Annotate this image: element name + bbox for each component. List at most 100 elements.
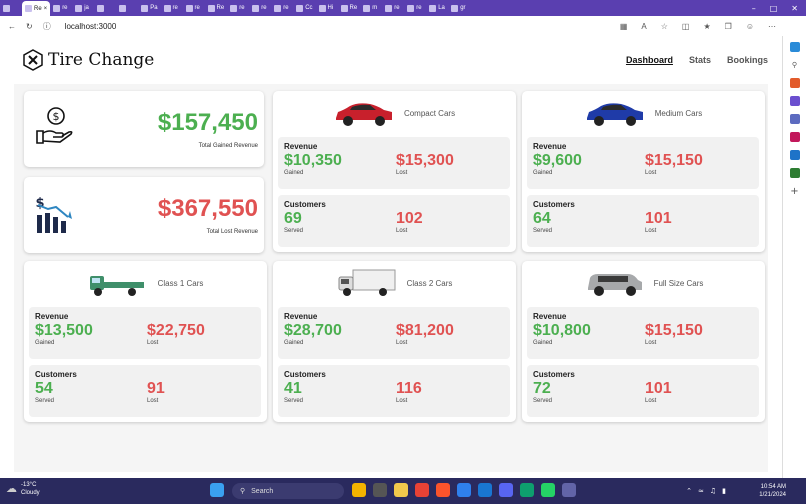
customers-panel: Customers 54 Served 91 Lost (29, 365, 261, 417)
favorites-icon[interactable]: ★ (703, 22, 710, 31)
revenue-panel: Revenue $28,700 Gained $81,200 Lost (278, 307, 510, 359)
brave-icon[interactable] (436, 483, 450, 497)
outlook-icon[interactable] (789, 150, 800, 160)
favorite-star-icon[interactable]: ☆ (661, 22, 668, 31)
url-field[interactable]: localhost:3000 (65, 22, 117, 31)
total-gained-label: Total Gained Revenue (198, 143, 258, 149)
read-aloud-icon[interactable]: A (641, 22, 646, 31)
battery-icon[interactable]: ▮ (722, 487, 726, 495)
tab-label: m (372, 5, 378, 11)
customers-lost-value: 101 (645, 210, 672, 227)
discord-icon[interactable] (499, 483, 513, 497)
taskbar-search[interactable]: ⚲ Search (232, 483, 344, 499)
car-category-title: Class 2 Cars (406, 278, 453, 288)
clock-time: 10:54 AM (760, 484, 786, 490)
truck-icon (89, 276, 144, 296)
chevron-up-icon[interactable]: ⌃ (686, 487, 692, 495)
browser-tab[interactable] (0, 0, 22, 16)
cloud-icon: ☁ (6, 483, 17, 495)
profile-icon[interactable]: ☺ (746, 22, 754, 31)
car-category-card: Compact Cars Revenue $10,350 Gained $15,300 L… (273, 91, 516, 252)
browser-tab[interactable] (94, 0, 116, 16)
tab-favicon-icon (407, 4, 415, 12)
vscode-icon[interactable] (457, 483, 471, 497)
browser-tab[interactable]: re (50, 0, 72, 16)
browser-tab[interactable]: re (249, 0, 271, 16)
tab-favicon-icon (163, 4, 171, 12)
maximize-icon[interactable]: □ (770, 4, 778, 13)
revenue-panel: Revenue $13,500 Gained $22,750 Lost (29, 307, 261, 359)
browser-tab[interactable]: Re × (22, 1, 51, 16)
tab-label: re (416, 5, 422, 11)
tools-icon[interactable] (789, 96, 800, 106)
wifi-icon[interactable]: ≈ (698, 487, 704, 495)
volume-icon[interactable]: ♫ (710, 487, 716, 495)
back-icon[interactable]: ← (8, 22, 16, 31)
browser-tab[interactable]: re (404, 0, 426, 16)
browser-tab[interactable]: Pa (138, 0, 160, 16)
browser-tab[interactable] (116, 0, 138, 16)
nav-bookings[interactable]: Bookings (727, 55, 768, 65)
widgets-icon[interactable] (352, 483, 366, 497)
browser-tab[interactable]: Re (205, 0, 228, 16)
customers-served-label: Served (533, 228, 553, 234)
revenue-gained-label: Gained (533, 340, 553, 346)
tab-favicon-icon (252, 4, 260, 12)
total-lost-card: $ $367,550 Total Lost Revenue (24, 177, 264, 253)
browser-tab[interactable]: Hi (316, 0, 338, 16)
drop-icon[interactable] (789, 168, 800, 178)
games-icon[interactable] (789, 114, 800, 124)
browser-tab-bar: Re × re ja Pa re re Re re re re Cc Hi Re m re re La gr – □… (0, 0, 806, 16)
browser-tab[interactable]: re (183, 0, 205, 16)
more-icon[interactable]: ⋯ (768, 22, 776, 31)
minimize-icon[interactable]: – (752, 4, 756, 13)
office-icon[interactable] (789, 132, 800, 142)
nav-dashboard[interactable]: Dashboard (626, 55, 673, 65)
site-logo[interactable]: Tire Change (22, 49, 154, 71)
tab-label: re (194, 5, 200, 11)
add-icon[interactable]: + (790, 186, 800, 197)
browser-tab[interactable]: re (227, 0, 249, 16)
nav-stats[interactable]: Stats (689, 55, 711, 65)
task-view-icon[interactable] (373, 483, 387, 497)
tab-label: re (283, 5, 289, 11)
edge-icon[interactable] (520, 483, 534, 497)
collections-icon[interactable]: ❐ (725, 22, 732, 31)
windows-taskbar: ☁ -13°C Cloudy ⚲ Search ⌃ ≈ ♫ ▮ 10:54 AM… (0, 478, 806, 504)
refresh-icon[interactable]: ↻ (26, 22, 33, 31)
browser-tab[interactable]: Re (338, 0, 361, 16)
teams-chat-icon[interactable] (562, 483, 576, 497)
car-category-card: Class 2 Cars Revenue $28,700 Gained $81,200 L… (273, 261, 516, 422)
tab-favicon-icon (53, 4, 61, 12)
weather-widget[interactable]: ☁ -13°C Cloudy (6, 481, 40, 497)
browser-tab[interactable]: ja (72, 0, 94, 16)
browser-tab[interactable]: Cc (293, 0, 315, 16)
chrome-icon[interactable] (415, 483, 429, 497)
pinned-apps (352, 483, 576, 497)
taskbar-clock[interactable]: 10:54 AM 1/21/2024 (759, 483, 786, 499)
info-icon[interactable]: ⓘ (43, 21, 51, 32)
tab-label: re (239, 5, 245, 11)
tab-label: gr (460, 5, 466, 11)
weather-condition: Cloudy (21, 490, 40, 496)
browser-tab[interactable]: La (426, 0, 448, 16)
apps-icon[interactable]: ▦ (620, 22, 628, 31)
search-icon[interactable]: ⚲ (790, 60, 800, 70)
close-window-icon[interactable]: ✕ (791, 4, 798, 13)
tab-label: re (172, 5, 178, 11)
copilot-icon[interactable] (789, 42, 800, 52)
split-screen-icon[interactable]: ◫ (682, 22, 690, 31)
browser-tab[interactable]: m (360, 0, 382, 16)
start-icon[interactable] (210, 483, 224, 497)
browser-tab[interactable]: gr (448, 0, 470, 16)
browser-tab[interactable]: re (271, 0, 293, 16)
teams-icon[interactable] (478, 483, 492, 497)
close-tab-icon[interactable]: × (44, 6, 48, 12)
browser-tab[interactable]: re (161, 0, 183, 16)
tab-label: La (438, 5, 445, 11)
browser-tab[interactable]: re (382, 0, 404, 16)
whatsapp-icon[interactable] (541, 483, 555, 497)
tab-favicon-icon (185, 4, 193, 12)
file-explorer-icon[interactable] (394, 483, 408, 497)
shopping-icon[interactable] (789, 78, 800, 88)
